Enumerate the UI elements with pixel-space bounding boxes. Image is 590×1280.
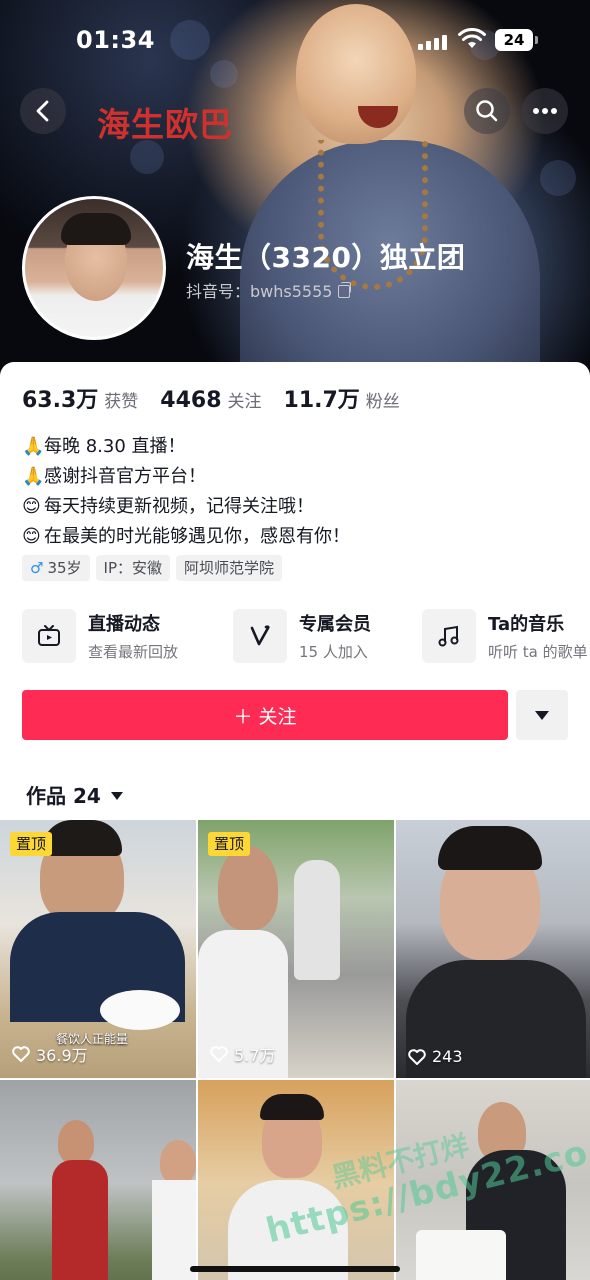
status-bar: 01:34 24 <box>0 22 590 58</box>
tv-icon <box>38 625 60 646</box>
pinned-badge: 置顶 <box>208 832 251 856</box>
stat-value: 63.3万 <box>22 388 99 413</box>
bio: 🙏每晚 8.30 直播！ 🙏感谢抖音官方平台！ 😊 每天持续更新视频，记得关注哦！… <box>22 432 350 552</box>
battery-icon: 24 <box>495 29 538 51</box>
age-text: 35岁 <box>47 559 82 577</box>
stats-row: 63.3万 获赞 4468 关注 11.7万 粉丝 <box>22 382 422 414</box>
feature-subtitle: 15 人加入 <box>299 643 368 661</box>
video-likes: 243 <box>408 1047 463 1066</box>
music-note-icon <box>438 625 459 647</box>
wifi-icon <box>458 28 486 48</box>
avatar[interactable] <box>22 196 166 340</box>
bio-line: 🙏每晚 8.30 直播！ <box>22 432 350 462</box>
age-tag: ♂ 35岁 <box>22 555 90 581</box>
triangle-down-icon <box>535 710 549 720</box>
video-likes-count: 36.9万 <box>36 1046 88 1065</box>
heart-icon <box>408 1048 426 1065</box>
feature-title: 专属会员 <box>299 614 371 635</box>
heart-icon <box>210 1046 228 1062</box>
smile-emoji-icon: 😊 <box>22 496 41 517</box>
tab-works[interactable]: 作品 24 <box>26 780 123 809</box>
video-thumbnail[interactable]: 置顶 5.7万 <box>198 820 394 1078</box>
video-thumbnail[interactable]: 243 <box>396 820 590 1078</box>
copy-icon[interactable] <box>338 282 352 298</box>
bio-text: 每晚 8.30 直播！ <box>44 436 186 457</box>
bio-line: 😊 每天持续更新视频，记得关注哦！ <box>22 492 350 522</box>
caret-down-icon <box>110 792 123 800</box>
search-icon <box>476 100 498 122</box>
feature-title: Ta的音乐 <box>488 614 565 635</box>
school-tag[interactable]: 阿坝师范学院 <box>176 555 283 581</box>
stat-label: 粉丝 <box>365 392 400 412</box>
feature-icon-box <box>422 609 476 663</box>
pinned-badge: 置顶 <box>10 832 53 856</box>
pray-emoji-icon: 🙏 <box>22 466 45 487</box>
video-likes: 5.7万 <box>210 1042 275 1066</box>
bio-text: 感谢抖音官方平台！ <box>44 466 206 487</box>
bio-line: 😊 在最美的时光能够遇见你，感恩有你！ <box>22 522 350 552</box>
tab-works-label: 作品 24 <box>26 784 101 808</box>
video-likes-count: 243 <box>432 1047 463 1066</box>
cellular-signal-icon <box>418 32 448 50</box>
video-likes-count: 5.7万 <box>234 1046 276 1065</box>
profile-name: 海生（3320）独立团 <box>186 241 466 274</box>
feature-icon-box <box>22 609 76 663</box>
bio-text: 在最美的时光能够遇见你，感恩有你！ <box>44 526 350 547</box>
stat-followers[interactable]: 11.7万 粉丝 <box>284 382 400 414</box>
feature-row: 直播动态 查看最新回放 专属会员 15 人加入 Ta的音乐 听听 ta 的歌单 <box>22 607 590 667</box>
recommend-dropdown-button[interactable] <box>516 690 568 740</box>
video-thumbnail[interactable]: 置顶 餐饮人正能量 36.9万 <box>0 820 196 1078</box>
v-icon <box>250 625 270 646</box>
pray-emoji-icon: 🙏 <box>22 436 45 457</box>
cover-title-text: 海生欧巴 <box>97 105 233 144</box>
stat-label: 关注 <box>227 392 262 412</box>
back-button[interactable] <box>20 88 66 134</box>
feature-icon-box <box>233 609 287 663</box>
more-dots-icon <box>533 108 557 114</box>
smile-emoji-icon: 😊 <box>22 526 41 547</box>
stat-likes[interactable]: 63.3万 获赞 <box>22 382 138 414</box>
feature-title: 直播动态 <box>88 614 160 635</box>
video-thumbnail[interactable] <box>0 1080 196 1280</box>
douyin-id[interactable]: 抖音号：bwhs5555 <box>186 278 352 302</box>
douyin-id-text: 抖音号：bwhs5555 <box>186 282 333 301</box>
heart-icon <box>12 1046 30 1062</box>
bio-text: 每天持续更新视频，记得关注哦！ <box>44 496 314 517</box>
profile-sheet: 63.3万 获赞 4468 关注 11.7万 粉丝 🙏每晚 8.30 直播！ 🙏… <box>0 362 590 1280</box>
status-time: 01:34 <box>76 26 155 54</box>
male-icon: ♂ <box>30 559 44 577</box>
bio-line: 🙏感谢抖音官方平台！ <box>22 462 350 492</box>
profile-tags: ♂ 35岁 IP：安徽 阿坝师范学院 <box>22 555 283 581</box>
stat-value: 4468 <box>160 388 222 413</box>
ip-tag: IP：安徽 <box>95 555 171 581</box>
more-button[interactable] <box>522 88 568 134</box>
chevron-left-icon <box>36 100 49 122</box>
search-button[interactable] <box>464 88 510 134</box>
feature-subtitle: 查看最新回放 <box>88 643 179 661</box>
stat-label: 获赞 <box>104 392 139 412</box>
home-indicator[interactable] <box>190 1266 400 1272</box>
feature-subtitle: 听听 ta 的歌单 <box>488 643 588 661</box>
follow-button[interactable]: ＋ 关注 <box>22 690 508 740</box>
stat-following[interactable]: 4468 关注 <box>160 387 261 413</box>
video-likes: 36.9万 <box>12 1042 88 1066</box>
stat-value: 11.7万 <box>283 388 360 413</box>
